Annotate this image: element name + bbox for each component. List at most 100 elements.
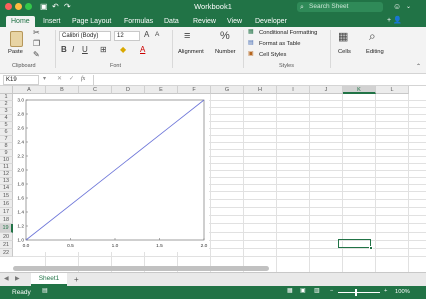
font-name-select[interactable]: Calibri (Body) xyxy=(59,31,111,41)
feedback-icon[interactable]: ☺ xyxy=(393,2,401,11)
column-header-c[interactable]: C xyxy=(79,86,112,94)
row-header-3[interactable]: 3 xyxy=(0,108,13,115)
add-sheet-button[interactable]: + xyxy=(74,275,79,284)
row-header-12[interactable]: 12 xyxy=(0,171,13,178)
confirm-icon[interactable]: ✓ xyxy=(69,76,74,82)
column-header-a[interactable]: A xyxy=(13,86,46,94)
line-chart: 1.0 1.2 1.4 1.6 1.8 2.0 2.2 2.4 2.6 2.8 3.0 0.0 0.5 1… xyxy=(17,98,207,249)
select-all-corner[interactable] xyxy=(0,86,13,94)
y-tick-label: 2.4 xyxy=(17,140,24,146)
row-header-2[interactable]: 2 xyxy=(0,101,13,108)
column-header-j[interactable]: J xyxy=(310,86,343,94)
y-tick-label: 1.2 xyxy=(17,224,24,230)
row-header-16[interactable]: 16 xyxy=(0,200,13,208)
row-header-21[interactable]: 21 xyxy=(0,241,13,249)
row-header-18[interactable]: 18 xyxy=(0,216,13,224)
fill-color-icon[interactable]: ◆ xyxy=(120,45,126,54)
row-header-6[interactable]: 6 xyxy=(0,129,13,136)
font-color-button[interactable]: A xyxy=(140,45,145,54)
format-as-table-button[interactable]: ▤ Format as Table xyxy=(248,40,328,49)
tab-data[interactable]: Data xyxy=(164,16,179,27)
shrink-font-button[interactable]: A xyxy=(155,31,159,38)
cells-button[interactable]: ▦ Cells xyxy=(334,30,356,62)
row-header-19[interactable]: 19 xyxy=(0,224,13,233)
row-header-1[interactable]: 1 xyxy=(0,94,13,101)
tab-home[interactable]: Home xyxy=(6,16,35,27)
bold-button[interactable]: B xyxy=(61,45,67,54)
collapse-ribbon-icon[interactable]: ⌃ xyxy=(416,63,421,70)
zoom-level[interactable]: 100% xyxy=(395,289,410,295)
row-header-15[interactable]: 15 xyxy=(0,192,13,200)
cell-styles-button[interactable]: ▣ Cell Styles xyxy=(248,51,328,60)
grow-font-button[interactable]: A xyxy=(144,30,149,39)
alignment-label: Alignment xyxy=(178,49,204,55)
column-header-i[interactable]: I xyxy=(277,86,310,94)
prev-sheet-icon[interactable]: ◀ xyxy=(4,276,8,282)
zoom-slider[interactable] xyxy=(338,289,380,296)
row-header-10[interactable]: 10 xyxy=(0,157,13,164)
row-header-20[interactable]: 20 xyxy=(0,233,13,241)
sheet-tab-sheet1[interactable]: Sheet1 xyxy=(31,273,67,286)
name-box[interactable]: K19 xyxy=(3,75,39,85)
zoom-in-button[interactable]: + xyxy=(384,288,387,294)
column-header-b[interactable]: B xyxy=(46,86,79,94)
row-header-9[interactable]: 9 xyxy=(0,150,13,157)
tab-view[interactable]: View xyxy=(227,16,242,27)
name-box-dropdown-icon[interactable]: ▾ xyxy=(43,76,46,82)
font-size-select[interactable]: 12 xyxy=(114,31,140,41)
cancel-icon[interactable]: ✕ xyxy=(57,76,62,82)
ribbon-home: Paste ✂ ❐ ✎ Clipboard Calibri (Body) 12 … xyxy=(0,27,426,74)
column-header-f[interactable]: F xyxy=(178,86,211,94)
row-header-11[interactable]: 11 xyxy=(0,164,13,171)
alignment-button[interactable]: ≡ Alignment xyxy=(178,30,208,62)
editing-button[interactable]: ⌕ Editing xyxy=(364,29,390,62)
embedded-chart[interactable]: 1.0 1.2 1.4 1.6 1.8 2.0 2.2 2.4 2.6 2.8 3.0 0.0 0.5 1… xyxy=(13,94,209,252)
tab-page-layout[interactable]: Page Layout xyxy=(72,16,111,27)
row-header-7[interactable]: 7 xyxy=(0,136,13,143)
search-input[interactable]: ⌕ Search Sheet xyxy=(297,2,383,12)
zoom-slider-thumb[interactable] xyxy=(355,289,357,296)
italic-button[interactable]: I xyxy=(72,45,74,54)
borders-icon[interactable]: ⊞ xyxy=(100,45,107,54)
macro-record-icon[interactable]: ▤ xyxy=(42,288,47,294)
tab-formulas[interactable]: Formulas xyxy=(124,16,153,27)
tab-review[interactable]: Review xyxy=(193,16,216,27)
row-header-14[interactable]: 14 xyxy=(0,185,13,192)
y-tick-label: 2.0 xyxy=(17,168,24,174)
page-break-view-icon[interactable]: ▥ xyxy=(314,288,319,294)
page-layout-view-icon[interactable]: ▣ xyxy=(300,288,305,294)
chevron-down-icon[interactable]: ⌄ xyxy=(406,3,411,10)
column-header-g[interactable]: G xyxy=(211,86,244,94)
cut-icon[interactable]: ✂ xyxy=(33,28,40,37)
row-header-22[interactable]: 22 xyxy=(0,249,13,257)
row-header-17[interactable]: 17 xyxy=(0,208,13,216)
underline-button[interactable]: U xyxy=(82,45,88,54)
column-header-d[interactable]: D xyxy=(112,86,145,94)
column-header-h[interactable]: H xyxy=(244,86,277,94)
cells-label: Cells xyxy=(338,49,351,55)
number-format-button[interactable]: % Number xyxy=(213,30,241,62)
tab-developer[interactable]: Developer xyxy=(255,16,287,27)
row-header-4[interactable]: 4 xyxy=(0,115,13,122)
column-header-k[interactable]: K xyxy=(343,86,376,94)
formula-input[interactable] xyxy=(93,75,423,85)
tab-insert[interactable]: Insert xyxy=(43,16,61,27)
next-sheet-icon[interactable]: ▶ xyxy=(15,276,19,282)
share-button[interactable]: + 👤 xyxy=(387,15,402,26)
x-tick-label: 1.0 xyxy=(112,243,119,249)
fill-handle[interactable] xyxy=(369,246,373,250)
normal-view-icon[interactable]: ▦ xyxy=(287,288,292,294)
paste-button[interactable]: Paste xyxy=(6,30,28,62)
row-header-13[interactable]: 13 xyxy=(0,178,13,185)
insert-function-button[interactable]: fx xyxy=(81,76,85,82)
row-header-5[interactable]: 5 xyxy=(0,122,13,129)
zoom-out-button[interactable]: − xyxy=(330,288,333,294)
column-header-l[interactable]: L xyxy=(376,86,409,94)
row-header-8[interactable]: 8 xyxy=(0,143,13,150)
column-header-e[interactable]: E xyxy=(145,86,178,94)
format-painter-icon[interactable]: ✎ xyxy=(33,50,40,59)
conditional-formatting-button[interactable]: ▦ Conditional Formatting xyxy=(248,29,328,38)
active-cell[interactable] xyxy=(338,239,373,250)
copy-icon[interactable]: ❐ xyxy=(33,39,40,48)
horizontal-scrollbar[interactable] xyxy=(13,266,269,271)
